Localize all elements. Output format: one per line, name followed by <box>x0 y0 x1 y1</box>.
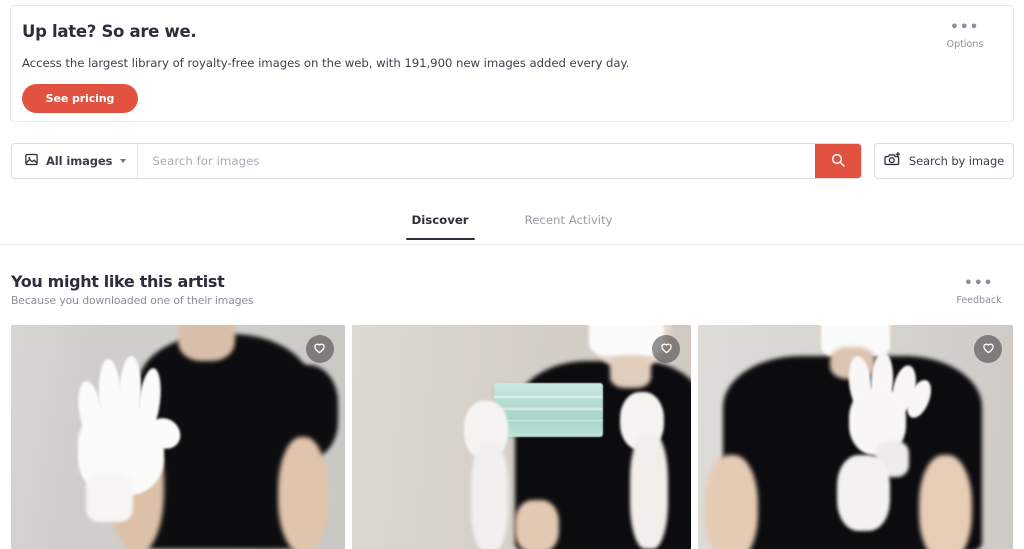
image-card[interactable] <box>698 325 1013 549</box>
heart-icon <box>312 340 327 359</box>
page-root: Up late? So are we. Access the largest l… <box>0 0 1024 549</box>
promo-subtitle: Access the largest library of royalty-fr… <box>22 56 630 70</box>
like-button[interactable] <box>305 335 334 363</box>
search-by-image-button[interactable]: Search by image <box>874 143 1014 179</box>
feedback-menu[interactable]: ••• Feedback <box>944 276 1014 306</box>
search-input[interactable] <box>138 144 815 178</box>
overflow-dots-icon: ••• <box>950 20 980 35</box>
search-by-image-label: Search by image <box>908 154 1005 168</box>
section-subtitle: Because you downloaded one of their imag… <box>11 294 254 307</box>
heart-icon <box>659 340 674 359</box>
search-field-group: All images <box>11 143 862 179</box>
tab-bar: Discover Recent Activity <box>0 203 1024 245</box>
photo-stop-gesture <box>11 325 345 549</box>
tab-recent-activity[interactable]: Recent Activity <box>497 203 641 240</box>
camera-plus-icon <box>884 151 901 171</box>
promo-banner: Up late? So are we. Access the largest l… <box>10 5 1014 122</box>
feedback-label: Feedback <box>956 295 1002 306</box>
tab-discover-label: Discover <box>411 213 469 227</box>
promo-title: Up late? So are we. <box>22 22 197 41</box>
options-label: Options <box>946 39 984 50</box>
section-title: You might like this artist <box>11 272 225 291</box>
all-images-label: All images <box>46 154 113 168</box>
photo-holding-mask <box>351 325 692 549</box>
options-menu[interactable]: ••• Options <box>930 20 1000 50</box>
search-bar: All images Search for images Search by i… <box>11 143 1014 179</box>
image-icon <box>24 152 39 171</box>
image-grid <box>11 325 1013 549</box>
tab-discover[interactable]: Discover <box>384 203 497 240</box>
see-pricing-button[interactable]: See pricing <box>22 84 138 113</box>
heart-icon <box>981 340 996 359</box>
search-icon <box>830 152 846 171</box>
like-button[interactable] <box>974 335 1002 363</box>
image-card[interactable] <box>351 325 692 549</box>
section-header: You might like this artist Because you d… <box>11 272 1014 317</box>
all-images-dropdown[interactable]: All images <box>12 144 139 178</box>
image-card[interactable] <box>11 325 345 549</box>
photo-putting-on-gloves <box>698 325 1013 549</box>
overflow-dots-icon: ••• <box>964 276 994 291</box>
search-submit-button[interactable] <box>815 144 861 178</box>
tab-recent-activity-label: Recent Activity <box>524 213 613 227</box>
chevron-down-icon <box>120 159 127 163</box>
